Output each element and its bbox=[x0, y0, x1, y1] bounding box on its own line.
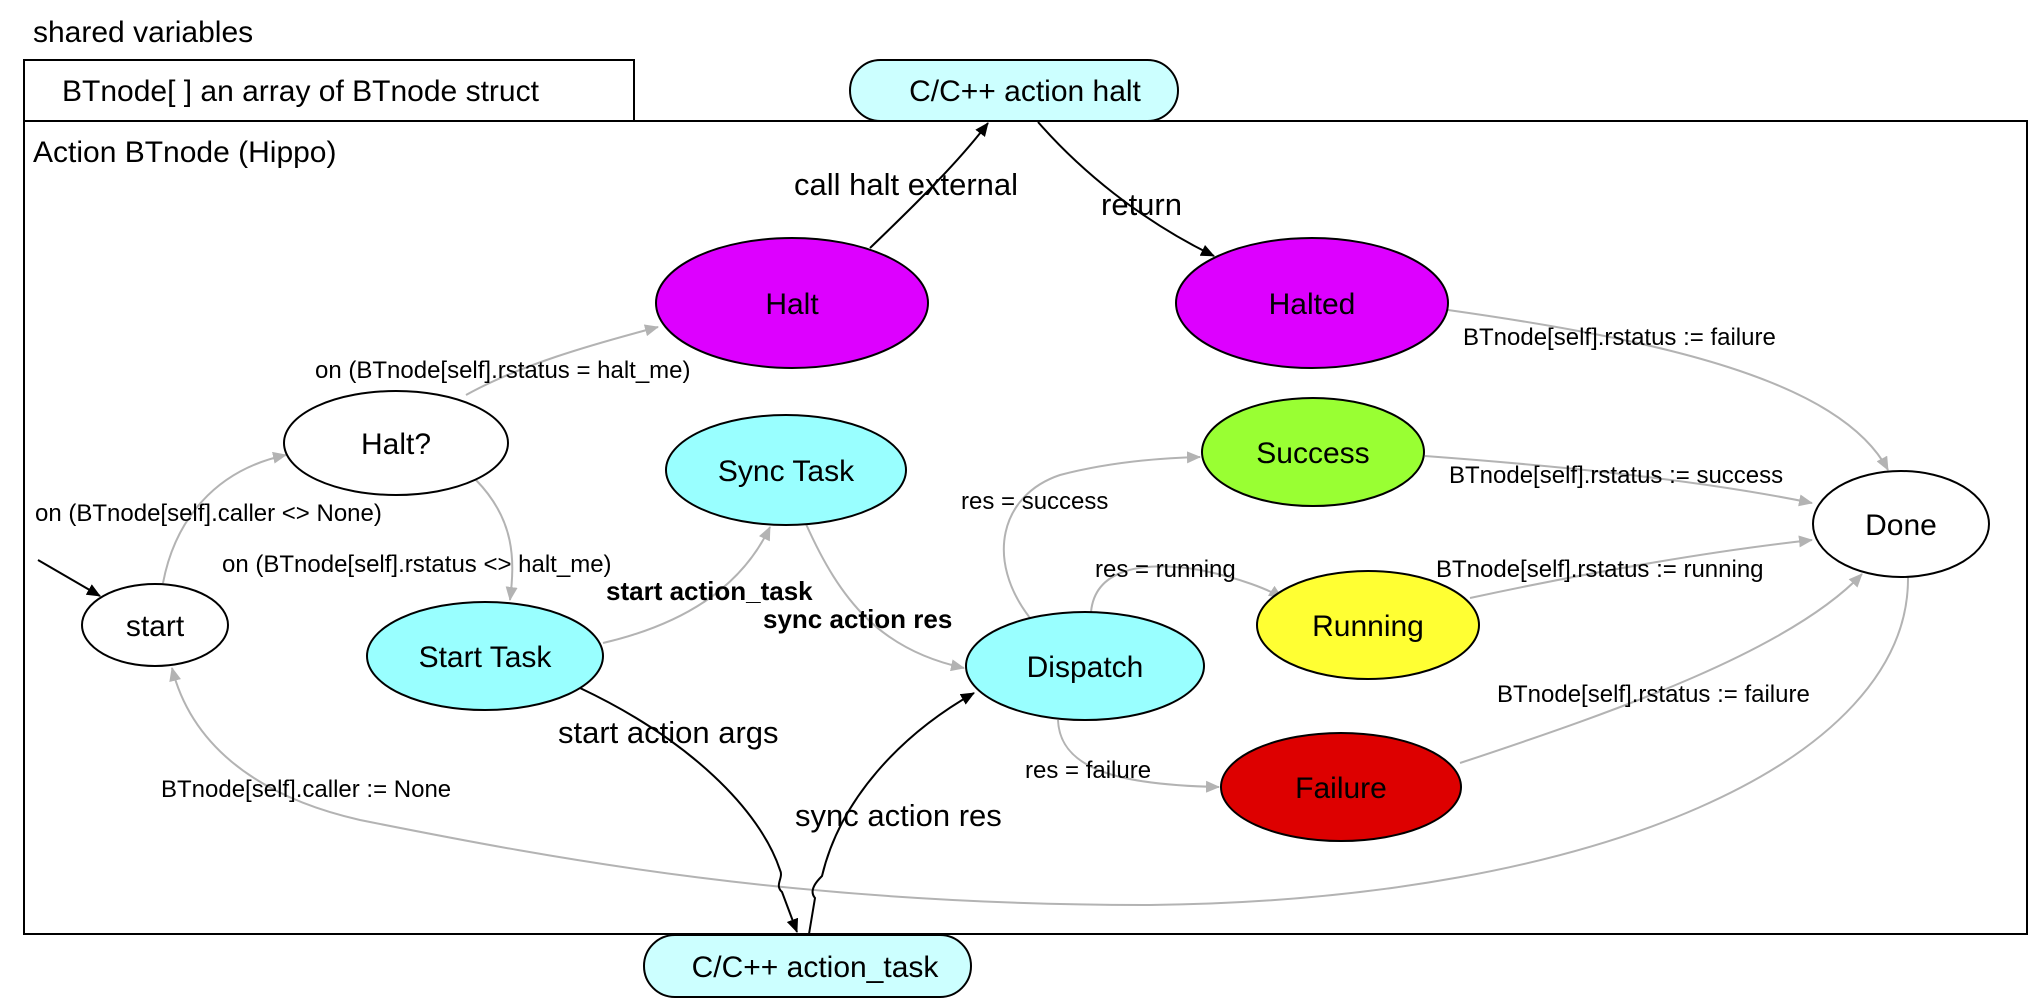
node-ext-action-halt-label: C/C++ action halt bbox=[909, 75, 1141, 108]
edge-label-success-to-done: BTnode[self].rstatus := success bbox=[1449, 462, 1783, 489]
edge-dispatch-to-success bbox=[1002, 451, 1201, 619]
node-done-label: Done bbox=[1865, 509, 1937, 542]
shared-variables-label: BTnode[ ] an array of BTnode struct bbox=[62, 75, 540, 108]
node-halt[interactable]: Halt bbox=[655, 237, 929, 369]
node-halted-label: Halted bbox=[1269, 288, 1356, 321]
node-halt-label: Halt bbox=[765, 288, 819, 321]
node-failure-label: Failure bbox=[1295, 772, 1387, 805]
node-halt-check-label: Halt? bbox=[361, 428, 431, 461]
edge-label-failure-to-done: BTnode[self].rstatus := failure bbox=[1497, 681, 1810, 708]
edge-label-dispatch-to-running: res = running bbox=[1095, 556, 1236, 583]
edge-label-halted-to-done: BTnode[self].rstatus := failure bbox=[1463, 324, 1776, 351]
edge-label-halt-to-ext-halt: call halt external bbox=[794, 167, 1018, 202]
edge-label-dispatch-to-failure: res = failure bbox=[1025, 757, 1151, 784]
node-running[interactable]: Running bbox=[1256, 570, 1480, 680]
edge-label-start-to-haltq: on (BTnode[self].caller <> None) bbox=[35, 500, 382, 527]
node-success[interactable]: Success bbox=[1201, 397, 1425, 507]
node-start-task[interactable]: Start Task bbox=[366, 601, 604, 711]
edge-label-starttask-to-synctask: start action_task bbox=[606, 576, 813, 606]
node-ext-action-task[interactable]: C/C++ action_task bbox=[643, 934, 972, 998]
node-success-label: Success bbox=[1256, 437, 1369, 470]
edge-label-running-to-done: BTnode[self].rstatus := running bbox=[1436, 556, 1764, 583]
node-dispatch[interactable]: Dispatch bbox=[965, 611, 1205, 721]
node-ext-action-task-label: C/C++ action_task bbox=[692, 951, 940, 984]
edge-failure-to-done bbox=[1459, 573, 1863, 764]
edge-label-starttask-to-ext-task: start action args bbox=[558, 715, 779, 750]
edge-label-ext-halt-to-halted: return bbox=[1101, 187, 1182, 222]
edge-haltq-to-starttask bbox=[475, 479, 518, 601]
edge-label-synctask-to-dispatch: sync action res bbox=[763, 604, 952, 634]
node-ext-action-halt[interactable]: C/C++ action halt bbox=[849, 59, 1179, 122]
node-halted[interactable]: Halted bbox=[1175, 237, 1449, 369]
node-dispatch-label: Dispatch bbox=[1027, 651, 1144, 684]
node-halt-check[interactable]: Halt? bbox=[283, 390, 509, 496]
edge-label-dispatch-to-success: res = success bbox=[961, 488, 1108, 515]
edge-synctask-to-dispatch bbox=[805, 523, 965, 672]
node-done[interactable]: Done bbox=[1812, 470, 1990, 578]
edge-label-ext-task-to-dispatch: sync action res bbox=[795, 798, 1002, 833]
edge-label-haltq-to-starttask: on (BTnode[self].rstatus <> halt_me) bbox=[222, 551, 612, 578]
node-start[interactable]: start bbox=[81, 583, 229, 667]
node-sync-task-label: Sync Task bbox=[718, 455, 855, 488]
cluster-title: Action BTnode (Hippo) bbox=[33, 136, 337, 169]
node-running-label: Running bbox=[1312, 610, 1424, 643]
node-start-label: start bbox=[126, 610, 185, 643]
shared-variables-title: shared variables bbox=[33, 16, 253, 49]
edge-label-done-to-start: BTnode[self].caller := None bbox=[161, 776, 451, 803]
action-btnode-cluster bbox=[23, 120, 2028, 935]
node-start-task-label: Start Task bbox=[419, 641, 553, 674]
initial-arrow bbox=[37, 559, 101, 597]
state-diagram: shared variables BTnode[ ] an array of B… bbox=[23, 16, 2028, 998]
node-sync-task[interactable]: Sync Task bbox=[665, 414, 907, 526]
node-failure[interactable]: Failure bbox=[1220, 732, 1462, 842]
edge-label-haltq-to-halt: on (BTnode[self].rstatus = halt_me) bbox=[315, 357, 691, 384]
